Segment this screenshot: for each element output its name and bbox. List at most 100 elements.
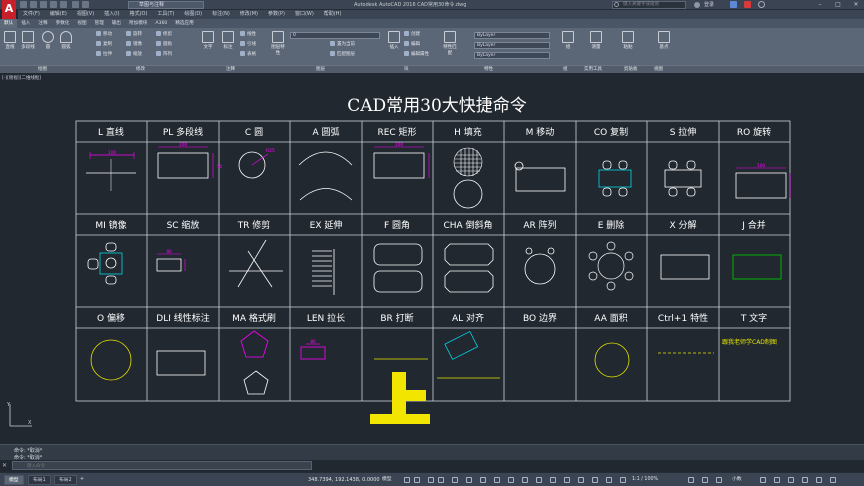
units-value[interactable]: 小数 [732,475,742,485]
minimize-icon[interactable]: – [812,0,828,10]
isolate-objects-icon[interactable] [788,477,794,483]
object-snap-tracking-icon[interactable] [466,477,472,483]
workspace-selector[interactable]: 草图与注释 [128,1,204,9]
menu-tools[interactable]: 工具(T) [152,10,179,19]
tab-addins[interactable]: 附加模块 [125,19,151,28]
3d-osnap-icon[interactable] [536,477,542,483]
basepoint-button[interactable]: 基点 [656,31,672,50]
polyline-button[interactable]: 多段线 [20,31,36,50]
create-block-button[interactable]: 创建 [404,31,420,39]
menu-modify[interactable]: 修改(M) [235,10,263,19]
lineweight-icon[interactable] [494,477,500,483]
snap-icon[interactable] [414,477,420,483]
maximize-icon[interactable]: □ [830,0,846,10]
tab-view[interactable]: 视图 [73,19,90,28]
close-cmd-icon[interactable]: ✕ [2,462,9,469]
color-combo[interactable]: ByLayer [474,32,550,39]
add-layout-icon[interactable]: + [80,475,84,485]
customize-icon[interactable] [830,477,836,483]
undo-icon[interactable] [72,1,79,8]
autodesk-app-icon[interactable] [744,1,751,8]
mirror-button[interactable]: 镜像 [126,41,142,49]
lineweight-combo[interactable]: ByLayer [474,52,550,59]
trim-button[interactable]: 修剪 [156,31,172,39]
annotation-visibility-icon[interactable] [592,477,598,483]
arc-button[interactable]: 圆弧 [58,31,74,50]
tab-a360[interactable]: A360 [151,19,171,28]
rotate-button[interactable]: 旋转 [126,31,142,39]
selection-cycling-icon[interactable] [522,477,528,483]
new-file-icon[interactable] [20,1,27,8]
scale-button[interactable]: 缩放 [126,51,142,59]
linear-dim-button[interactable]: 线性 [240,31,256,39]
annotation-scale-icon[interactable] [620,477,626,483]
menu-dimension[interactable]: 标注(N) [207,10,235,19]
match-properties-button[interactable]: 特性匹配 [442,31,458,56]
linetype-combo[interactable]: ByLayer [474,42,550,49]
login-button[interactable]: 登录 [704,1,714,8]
print-icon[interactable] [60,1,67,8]
redo-icon[interactable] [82,1,89,8]
model-space-button[interactable]: 模型 [382,475,392,485]
menu-file[interactable]: 文件(F) [18,10,45,19]
autocad-logo-icon[interactable]: A [2,0,16,19]
annotation-scale-value[interactable]: 1:1 / 100% [632,475,658,485]
dimension-button[interactable]: 标注 [220,31,236,50]
measure-button[interactable]: 测量 [588,31,604,50]
tab-annotate[interactable]: 注释 [34,19,51,28]
table-button[interactable]: 表格 [240,51,256,59]
annotation-monitor-icon[interactable] [702,477,708,483]
lock-ui-icon[interactable] [774,477,780,483]
tab-layout1[interactable]: 布局1 [28,475,51,485]
menu-parametric[interactable]: 参数(P) [263,10,290,19]
menu-help[interactable]: 帮助(H) [319,10,347,19]
leader-button[interactable]: 引线 [240,41,256,49]
stretch-button[interactable]: 拉伸 [96,51,112,59]
save-as-icon[interactable] [50,1,57,8]
isodraft-icon[interactable] [452,477,458,483]
auto-scale-icon[interactable] [606,477,612,483]
tab-layout2[interactable]: 布局2 [54,475,77,485]
hardware-acceleration-icon[interactable] [802,477,808,483]
layer-properties-button[interactable]: 图层特性 [270,31,286,56]
line-button[interactable]: 直线 [2,31,18,50]
open-file-icon[interactable] [30,1,37,8]
edit-block-button[interactable]: 编辑 [404,41,420,49]
units-icon[interactable] [716,477,722,483]
move-button[interactable]: 移动 [96,31,112,39]
tab-manage[interactable]: 管理 [91,19,108,28]
selection-filter-icon[interactable] [564,477,570,483]
tab-output[interactable]: 输出 [108,19,125,28]
fillet-button[interactable]: 圆角 [156,41,172,49]
menu-format[interactable]: 格式(O) [125,10,153,19]
ortho-icon[interactable] [428,477,434,483]
search-input[interactable]: 键入关键字或短语 [612,1,686,9]
paste-button[interactable]: 粘贴 [620,31,636,50]
grid-icon[interactable] [404,477,410,483]
transparency-icon[interactable] [508,477,514,483]
gizmo-icon[interactable] [578,477,584,483]
menu-draw[interactable]: 绘图(D) [179,10,207,19]
text-button[interactable]: 文字 [200,31,216,50]
layer-combo[interactable]: 0 [290,32,380,39]
object-snap-icon[interactable] [480,477,486,483]
dynamic-ucs-icon[interactable] [550,477,556,483]
tab-model[interactable]: 模型 [4,475,24,485]
circle-button[interactable]: 圆 [40,31,56,50]
tab-default[interactable]: 默认 [0,19,18,28]
quick-properties-icon[interactable] [760,477,766,483]
menu-window[interactable]: 窗口(W) [290,10,319,19]
tab-parametric[interactable]: 参数化 [52,19,74,28]
match-layer-button[interactable]: 匹配图层 [330,51,355,59]
workspace-switch-icon[interactable] [688,477,694,483]
polar-icon[interactable] [438,477,444,483]
clean-screen-icon[interactable] [816,477,822,483]
copy-button[interactable]: 复制 [96,41,112,49]
save-icon[interactable] [40,1,47,8]
exchange-icon[interactable] [730,1,737,8]
menu-view[interactable]: 视图(V) [72,10,99,19]
set-current-button[interactable]: 置为当前 [330,41,355,49]
insert-block-button[interactable]: 插入 [386,31,402,50]
array-button[interactable]: 阵列 [156,51,172,59]
command-input[interactable] [13,463,311,470]
